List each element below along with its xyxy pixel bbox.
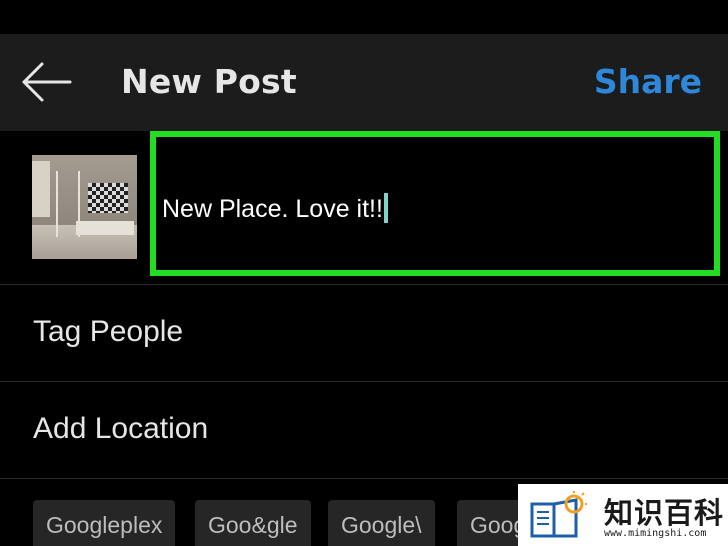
tag-people-label: Tag People [33, 315, 184, 348]
watermark-logo: 知识百科 www.mimingshi.com [518, 484, 728, 546]
post-composer: New Place. Love it!! [0, 131, 728, 285]
add-location-label: Add Location [33, 412, 209, 445]
book-bulb-icon [530, 491, 587, 538]
location-chip[interactable]: Googleplex [33, 500, 176, 546]
app-header: New Post Share [0, 34, 728, 131]
text-cursor [383, 193, 388, 223]
caption-text: New Place. Love it!! [162, 193, 388, 224]
location-chip[interactable]: Google\ [328, 500, 435, 546]
watermark-name: 知识百科 [604, 496, 725, 530]
back-button[interactable] [20, 60, 76, 104]
caption-value: New Place. Love it!! [162, 195, 383, 223]
add-location-option[interactable]: Add Location [0, 382, 728, 479]
photo-thumbnail[interactable] [32, 155, 137, 259]
caption-input[interactable]: New Place. Love it!! [150, 131, 720, 276]
status-bar [0, 0, 728, 34]
share-button[interactable]: Share [594, 62, 702, 102]
watermark-url: www.mimingshi.com [604, 528, 707, 539]
page-title: New Post [121, 62, 297, 101]
arrow-left-icon [22, 62, 72, 102]
tag-people-option[interactable]: Tag People [0, 285, 728, 382]
location-chip[interactable]: Goo&gle [195, 500, 311, 546]
